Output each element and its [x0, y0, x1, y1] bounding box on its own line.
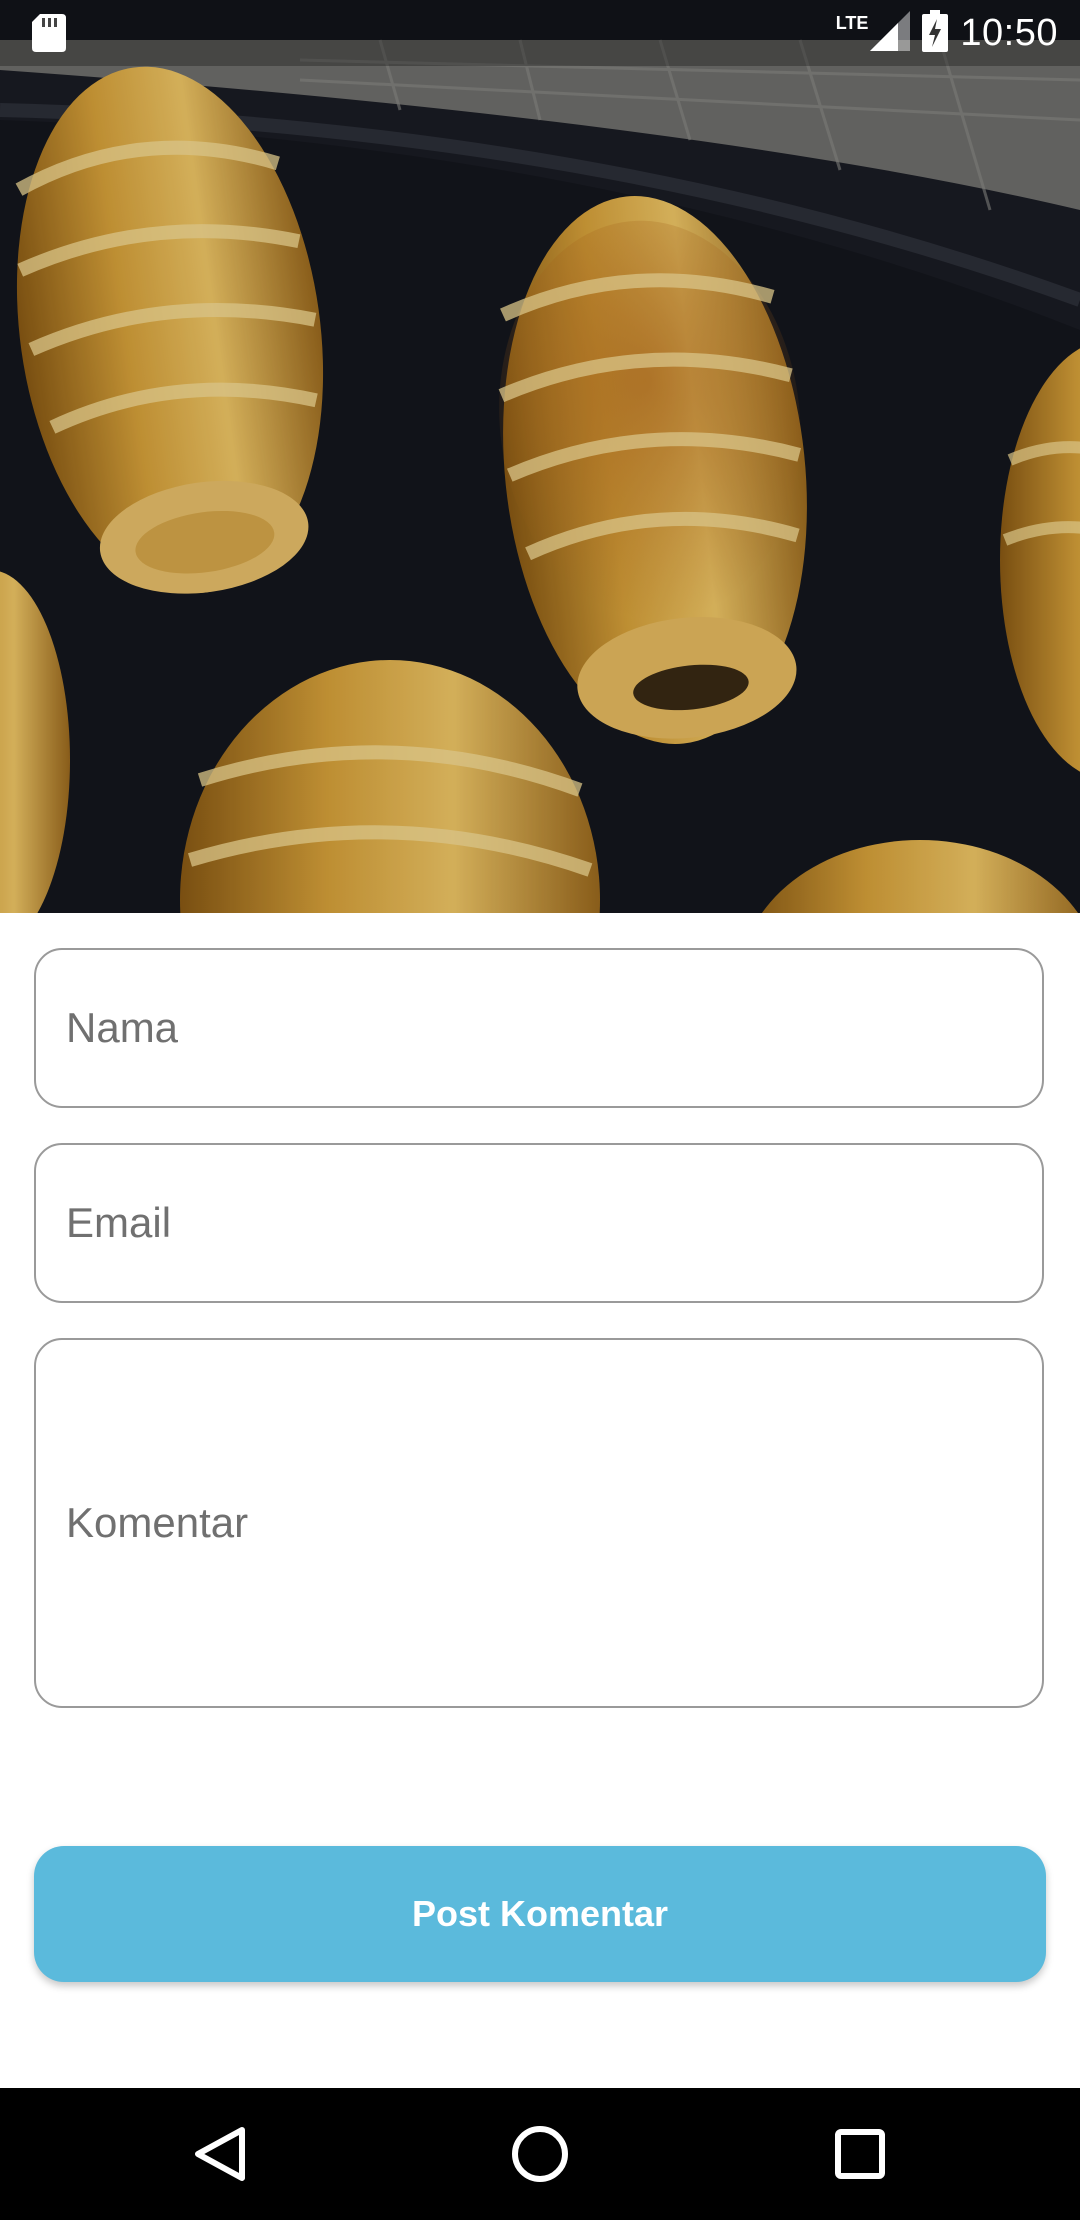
status-bar: LTE 10:50 [0, 0, 1080, 66]
navigation-bar [0, 2088, 1080, 2220]
email-field[interactable] [34, 1143, 1044, 1303]
clock: 10:50 [960, 11, 1058, 54]
komentar-field[interactable] [34, 1338, 1044, 1708]
battery-charging-icon [922, 9, 949, 57]
nama-input[interactable] [66, 1004, 1042, 1052]
post-komentar-button[interactable]: Post Komentar [34, 1846, 1046, 1982]
signal-icon [870, 10, 911, 56]
network-type-label: LTE [835, 12, 869, 33]
sd-card-icon [32, 14, 66, 57]
hero-image [0, 0, 1080, 913]
bread-rolls-photo [0, 0, 1080, 913]
komentar-input[interactable] [66, 1495, 1042, 1551]
recents-icon[interactable] [820, 2114, 900, 2194]
nama-field[interactable] [34, 948, 1044, 1108]
home-icon[interactable] [500, 2114, 580, 2194]
back-icon[interactable] [180, 2114, 260, 2194]
email-input[interactable] [66, 1199, 1042, 1247]
